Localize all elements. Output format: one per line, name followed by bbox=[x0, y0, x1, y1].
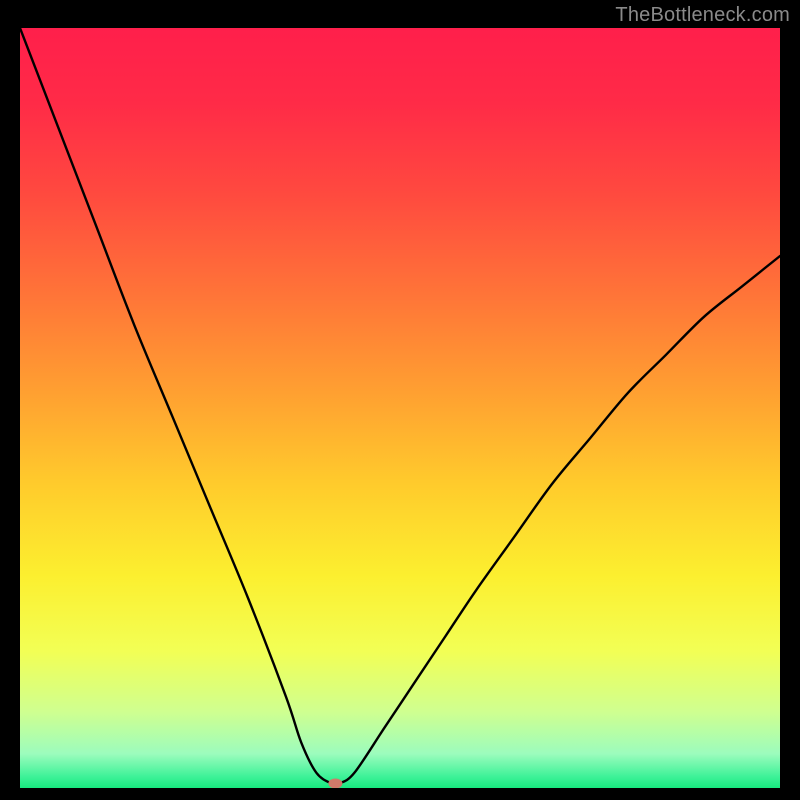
bottleneck-chart bbox=[20, 28, 780, 788]
optimum-marker bbox=[328, 778, 342, 788]
chart-frame bbox=[20, 28, 780, 788]
watermark-text: TheBottleneck.com bbox=[615, 4, 790, 27]
gradient-background bbox=[20, 28, 780, 788]
